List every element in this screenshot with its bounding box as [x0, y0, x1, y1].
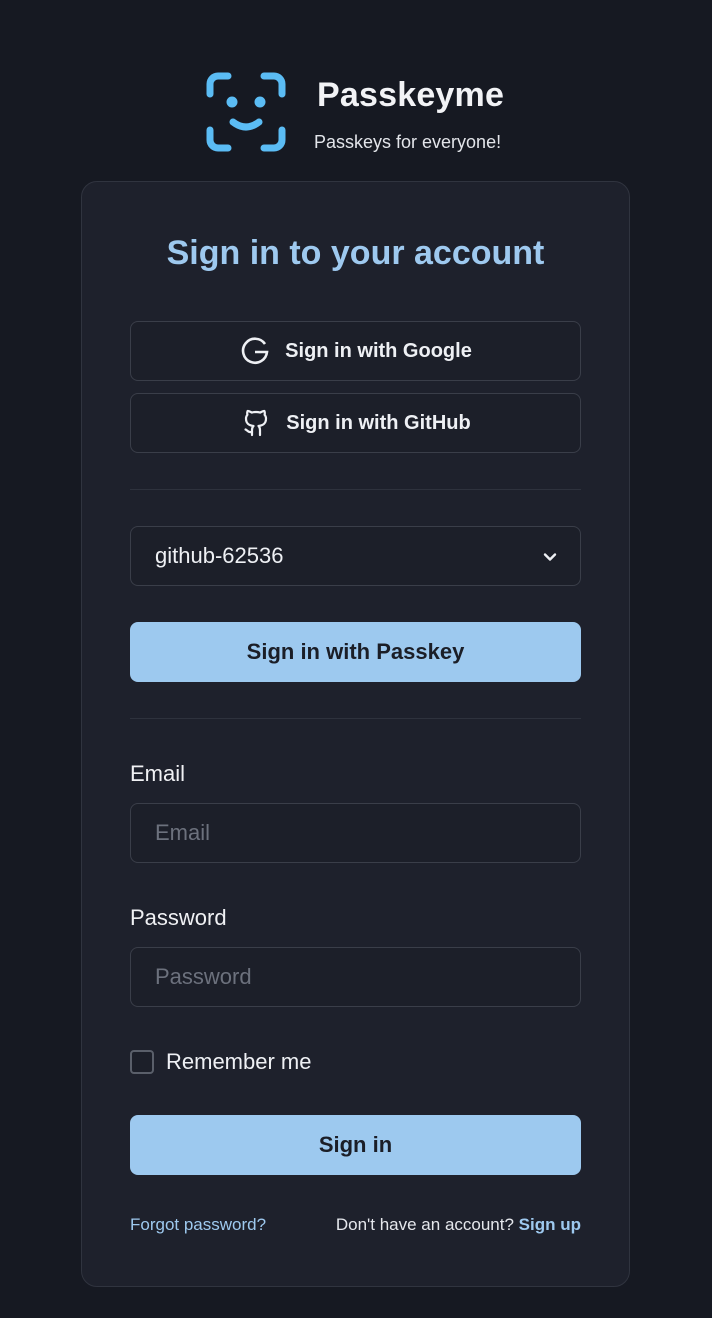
forgot-password-link[interactable]: Forgot password? — [130, 1215, 266, 1235]
divider — [130, 718, 581, 719]
no-account-text: Don't have an account? — [335, 1215, 514, 1234]
brand-header: Passkeyme Passkeys for everyone! — [206, 72, 526, 154]
github-icon — [244, 409, 268, 437]
face-id-icon — [206, 72, 286, 152]
brand-name: Passkeyme — [317, 76, 505, 114]
password-field[interactable] — [130, 947, 581, 1007]
sign-in-google-label: Sign in with Google — [285, 339, 472, 362]
divider — [130, 489, 581, 490]
remember-me[interactable]: Remember me — [130, 1049, 311, 1075]
email-field[interactable] — [130, 803, 581, 863]
passkey-account-value: github-62536 — [155, 543, 284, 568]
email-label: Email — [130, 761, 186, 786]
password-label: Password — [130, 905, 227, 930]
remember-me-checkbox[interactable] — [130, 1050, 154, 1074]
sign-in-passkey-button[interactable]: Sign in with Passkey — [130, 622, 581, 682]
google-icon — [241, 337, 269, 365]
brand-tagline: Passkeys for everyone! — [314, 132, 502, 152]
card-footer: Forgot password? Don't have an account? … — [130, 1215, 581, 1235]
sign-in-github-label: Sign in with GitHub — [286, 411, 471, 434]
sign-in-button[interactable]: Sign in — [130, 1115, 581, 1175]
page-title: Sign in to your account — [166, 234, 545, 272]
signup-prompt: Don't have an account? Sign up — [336, 1215, 581, 1235]
sign-in-github-button[interactable]: Sign in with GitHub — [130, 393, 581, 453]
sign-up-link[interactable]: Sign up — [519, 1215, 581, 1234]
passkey-account-select[interactable]: github-62536 — [130, 526, 581, 586]
chevron-down-icon — [543, 553, 557, 561]
sign-in-card: Sign in to your account Sign in with Goo… — [81, 181, 630, 1287]
remember-me-label: Remember me — [166, 1049, 312, 1074]
sign-in-google-button[interactable]: Sign in with Google — [130, 321, 581, 381]
